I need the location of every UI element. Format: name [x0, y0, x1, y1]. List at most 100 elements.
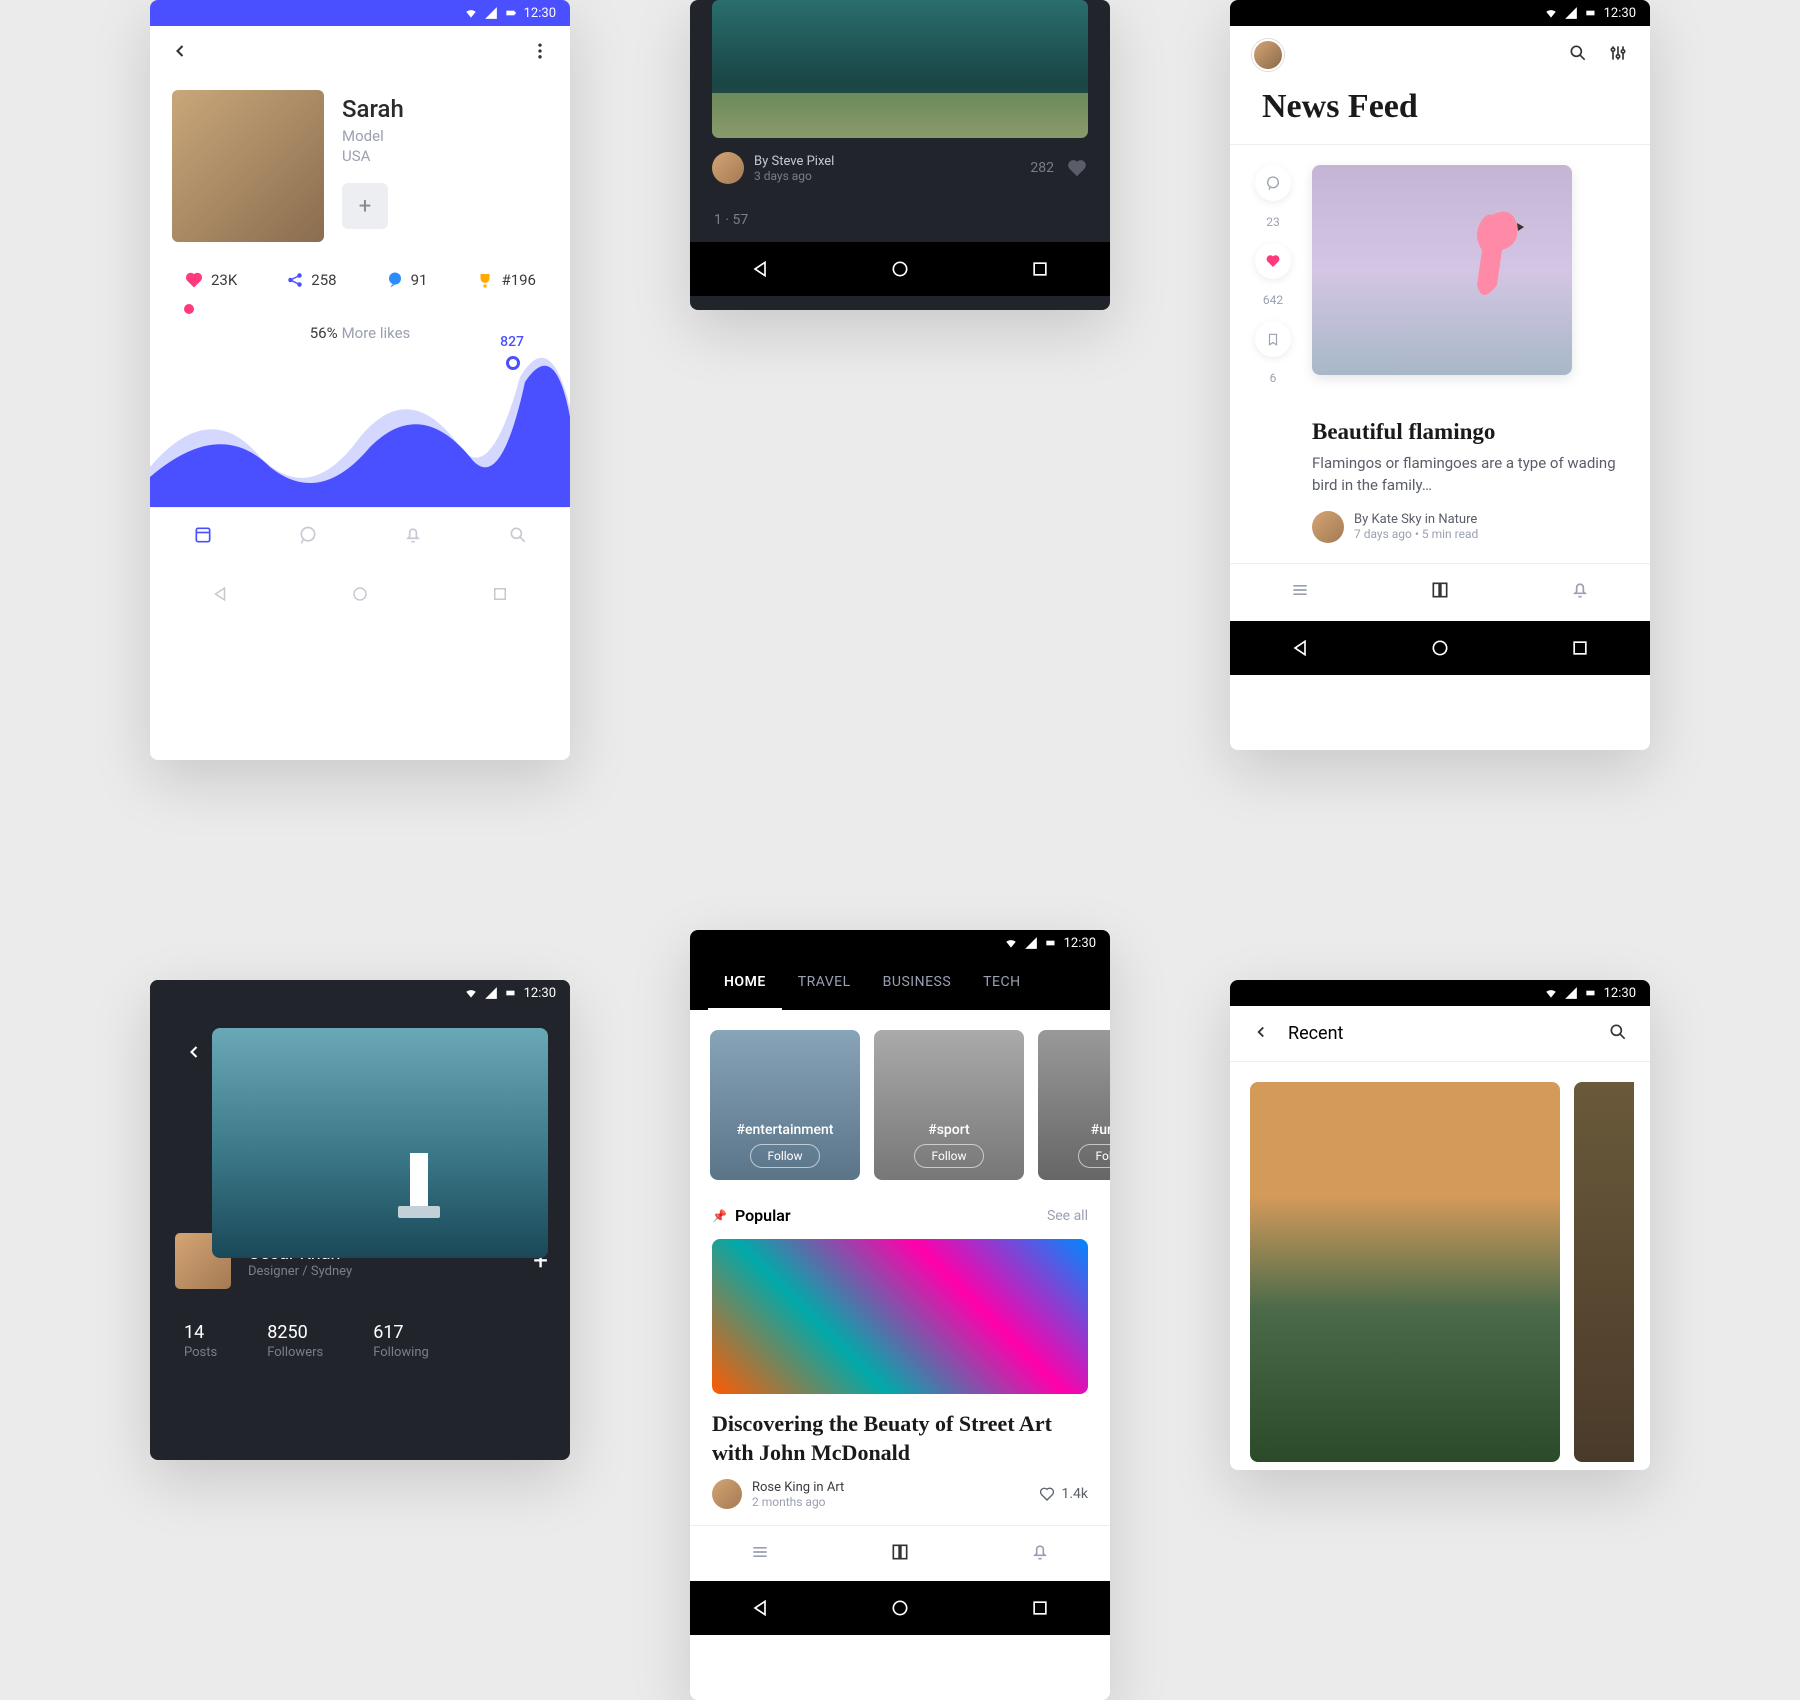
- nav-recent-icon[interactable]: [491, 585, 509, 603]
- nav-recent-icon[interactable]: [1570, 638, 1590, 658]
- gallery-image-2[interactable]: [1574, 1082, 1634, 1462]
- status-time: 12:30: [1604, 6, 1636, 21]
- chart-peak-dot: [506, 356, 520, 370]
- author-block[interactable]: By Kate Sky in Nature 7 days ago • 5 min…: [1230, 497, 1650, 563]
- author-block[interactable]: Rose King in Art 2 months ago: [712, 1479, 844, 1509]
- author-name: By Kate Sky in Nature: [1354, 512, 1478, 527]
- add-button[interactable]: +: [342, 183, 388, 229]
- avatar[interactable]: [1252, 39, 1284, 71]
- bottom-tabs: [1230, 563, 1650, 621]
- author-block[interactable]: By Steve Pixel 3 days ago: [712, 152, 834, 184]
- search-icon[interactable]: [1608, 1022, 1628, 1046]
- signal-icon: [484, 986, 498, 1000]
- nav-home-icon[interactable]: [351, 585, 369, 603]
- stat-followers[interactable]: 8250Followers: [267, 1322, 323, 1360]
- nav-back-icon[interactable]: [1290, 638, 1310, 658]
- tab-tech[interactable]: TECH: [967, 956, 1036, 1010]
- tab-home[interactable]: [193, 525, 213, 549]
- comments-chip[interactable]: [1255, 165, 1291, 201]
- hero-title[interactable]: Discovering the Beuaty of Street Art wit…: [690, 1394, 1110, 1473]
- post-image[interactable]: [1312, 165, 1572, 375]
- battery-icon: [1044, 936, 1058, 950]
- category-tabs: HOME TRAVEL BUSINESS TECH: [690, 956, 1110, 1010]
- post-title[interactable]: Beautiful flamingo: [1230, 419, 1650, 445]
- reader-icon[interactable]: [1430, 580, 1450, 604]
- follow-button[interactable]: Follow: [914, 1144, 983, 1168]
- back-icon[interactable]: [170, 41, 190, 65]
- cat-sport[interactable]: #sport Follow: [874, 1030, 1024, 1180]
- signal-icon: [1024, 936, 1038, 950]
- slider-handle[interactable]: [184, 304, 194, 314]
- see-all-link[interactable]: See all: [1047, 1208, 1088, 1224]
- profile-dark-screen: 12:30 Oscar Khan Designer / Sydney + 14P…: [150, 980, 570, 1460]
- system-nav: [690, 1581, 1110, 1635]
- tab-home[interactable]: HOME: [708, 956, 782, 1010]
- profile-name: Sarah: [342, 95, 404, 123]
- page-title: Recent: [1288, 1023, 1343, 1044]
- post-image[interactable]: [712, 0, 1088, 138]
- tab-bell[interactable]: [403, 525, 423, 549]
- bookmark-chip[interactable]: [1255, 321, 1291, 357]
- nav-home-icon[interactable]: [1430, 638, 1450, 658]
- likes-chip[interactable]: [1255, 243, 1291, 279]
- comment-icon: [386, 271, 404, 289]
- status-bar: 12:30: [150, 0, 570, 26]
- status-bar: 12:30: [690, 930, 1110, 956]
- wifi-icon: [1544, 986, 1558, 1000]
- nav-back-icon[interactable]: [750, 1598, 770, 1618]
- bookmark-count: 6: [1270, 371, 1277, 385]
- back-icon[interactable]: [184, 1042, 204, 1066]
- system-nav: [150, 565, 570, 623]
- nav-home-icon[interactable]: [890, 259, 910, 279]
- gallery-image-1[interactable]: [1250, 1082, 1560, 1462]
- cat-urban[interactable]: #urban Follow: [1038, 1030, 1110, 1180]
- cat-entertainment[interactable]: #entertainment Follow: [710, 1030, 860, 1180]
- category-cards: #entertainment Follow #sport Follow #urb…: [690, 1010, 1110, 1200]
- stat-following[interactable]: 617Following: [373, 1322, 429, 1360]
- tab-travel[interactable]: TRAVEL: [782, 956, 867, 1010]
- search-icon[interactable]: [1568, 43, 1588, 67]
- post-time: 3 days ago: [754, 169, 834, 183]
- follow-button[interactable]: Follow: [750, 1144, 819, 1168]
- hero-image[interactable]: [712, 1239, 1088, 1394]
- nav-recent-icon[interactable]: [1030, 259, 1050, 279]
- cover-image[interactable]: [212, 1028, 548, 1258]
- wifi-icon: [464, 986, 478, 1000]
- header: [150, 26, 570, 80]
- nav-back-icon[interactable]: [211, 585, 229, 603]
- comments-count: 23: [1266, 215, 1280, 229]
- menu-icon[interactable]: [1290, 580, 1310, 604]
- post-time: 2 months ago: [752, 1495, 844, 1509]
- status-bar: 12:30: [150, 980, 570, 1006]
- reader-icon[interactable]: [890, 1542, 910, 1566]
- stat-posts[interactable]: 14Posts: [184, 1322, 217, 1360]
- battery-icon: [504, 986, 518, 1000]
- bell-icon[interactable]: [1570, 580, 1590, 604]
- battery-icon: [1584, 6, 1598, 20]
- back-icon[interactable]: [1252, 1023, 1270, 1045]
- avatar[interactable]: [172, 90, 324, 242]
- profile-country: USA: [342, 147, 404, 165]
- nav-home-icon[interactable]: [890, 1598, 910, 1618]
- nav-back-icon[interactable]: [750, 259, 770, 279]
- view-count: 282: [1030, 160, 1054, 176]
- author-name: Rose King in Art: [752, 1480, 844, 1495]
- shares-count: 258: [311, 271, 336, 289]
- nav-recent-icon[interactable]: [1030, 1598, 1050, 1618]
- likes-count: 1.4k: [1061, 1486, 1088, 1502]
- bell-icon[interactable]: [1030, 1542, 1050, 1566]
- lighthouse-illustration: [410, 1153, 428, 1208]
- profile-role: Designer / Sydney: [248, 1264, 352, 1279]
- tab-search[interactable]: [508, 525, 528, 549]
- profile-role: Model: [342, 127, 404, 145]
- more-icon[interactable]: [530, 41, 550, 65]
- likes[interactable]: 1.4k: [1039, 1486, 1088, 1502]
- settings-icon[interactable]: [1608, 43, 1628, 67]
- tab-business[interactable]: BUSINESS: [867, 956, 968, 1010]
- menu-icon[interactable]: [750, 1542, 770, 1566]
- follow-button[interactable]: Follow: [1078, 1144, 1110, 1168]
- stats: 14Posts 8250Followers 617Following: [150, 1292, 570, 1360]
- tab-chat[interactable]: [298, 525, 318, 549]
- system-nav: [1230, 621, 1650, 675]
- heart-icon[interactable]: [1066, 157, 1088, 179]
